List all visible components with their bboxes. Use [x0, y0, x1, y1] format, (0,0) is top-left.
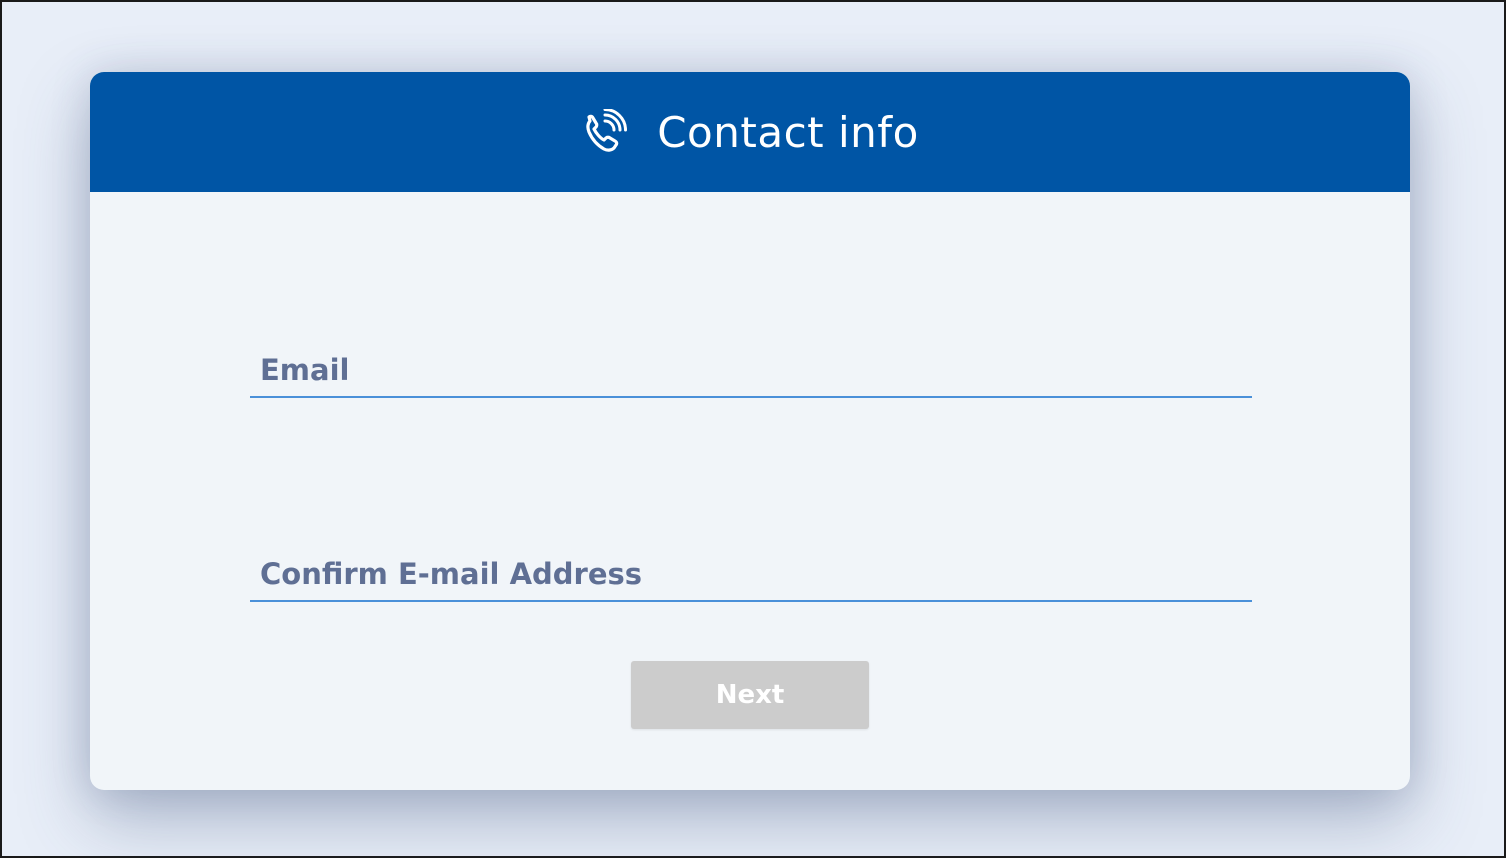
confirm-email-field[interactable] [250, 548, 1252, 600]
card-header: Contact info [90, 72, 1410, 192]
confirm-email-field-wrapper [250, 548, 1252, 602]
phone-ringing-icon [581, 109, 628, 155]
next-button[interactable]: Next [631, 661, 869, 729]
contact-info-card: Contact info Next [90, 72, 1410, 790]
email-field-wrapper [250, 344, 1252, 398]
page-title: Contact info [657, 107, 919, 157]
email-field[interactable] [250, 344, 1252, 396]
